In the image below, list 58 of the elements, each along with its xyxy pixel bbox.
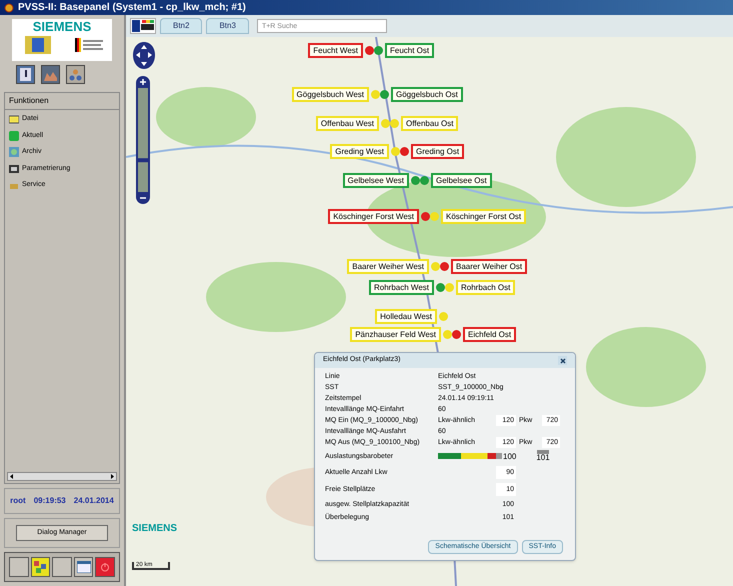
capacity-mark <box>537 450 550 454</box>
power-icon <box>100 562 110 572</box>
station-label: Göggelsbuch Ost <box>391 87 463 102</box>
horizontal-scrollbar[interactable] <box>7 472 117 481</box>
toolbar-tab[interactable]: Btn3 <box>206 18 249 34</box>
map-logo-text: SIEMENS <box>132 522 178 536</box>
chart-tool-button[interactable] <box>41 65 60 84</box>
close-icon <box>560 358 566 364</box>
station-label: Köschinger Forst Ost <box>441 209 526 224</box>
app-icon <box>4 2 14 12</box>
window-launch-button[interactable] <box>74 557 94 577</box>
power-button[interactable] <box>95 557 115 577</box>
pan-control[interactable] <box>133 42 155 69</box>
parking-truck-icon <box>132 20 154 32</box>
station-label: Gelbelsee West <box>342 173 409 188</box>
station-label: Rohrbach West <box>369 280 434 295</box>
station-label: Feucht Ost <box>385 43 434 58</box>
close-button[interactable] <box>558 356 567 365</box>
zoom-in-icon <box>139 78 147 86</box>
window-title: PVSS-II: Basepanel (System1 - cp_lkw_mch; #1) <box>18 1 246 15</box>
clock-time: 09:19:53 <box>34 495 66 507</box>
toolbar-tab[interactable]: Btn2 <box>160 18 202 34</box>
network-icon <box>69 68 82 80</box>
settings-icon <box>9 164 19 174</box>
station-label: Greding Ost <box>411 144 464 159</box>
station-label: Offenbau West <box>316 116 379 131</box>
network-tool-button[interactable] <box>66 65 85 84</box>
current-date: 24.01.2014 <box>74 495 114 507</box>
station-label: Greding West <box>330 144 389 159</box>
zoom-slider[interactable] <box>136 76 150 204</box>
station-label: Köschinger Forst West <box>328 209 419 224</box>
folder-icon <box>9 114 19 124</box>
station-label: Rohrbach Ost <box>456 280 516 295</box>
page-icon <box>20 68 31 81</box>
archive-icon <box>9 147 19 158</box>
section-header: Funktionen <box>5 93 119 110</box>
scroll-right-icon <box>109 473 116 480</box>
station-label: Baarer Weiher Ost <box>451 259 528 274</box>
station-label: Pänzhauser Feld West <box>350 327 441 342</box>
user-name: root <box>10 495 26 507</box>
logo-text: SIEMENS <box>32 19 92 34</box>
station-label: Göggelsbuch West <box>292 87 369 102</box>
window-icon <box>76 561 91 573</box>
zoom-thumb[interactable] <box>137 158 149 162</box>
info-tool-button[interactable] <box>16 65 35 84</box>
scroll-left-icon <box>8 473 15 480</box>
network-icon <box>34 561 46 573</box>
station-label: Holledau West <box>375 309 437 324</box>
meter-value: 101 <box>536 454 550 462</box>
station-label: Offenbau Ost <box>401 116 458 131</box>
parking-truck-button[interactable] <box>130 18 156 34</box>
station-label: Feucht West <box>308 43 363 58</box>
meter-value: 100 <box>503 450 516 462</box>
live-icon <box>9 130 19 141</box>
station-label: Gelbelsee Ost <box>431 173 492 188</box>
station-label: Eichfeld Ost <box>463 327 516 342</box>
station-label: Baarer Weiher West <box>347 259 429 274</box>
network-launch-button[interactable] <box>30 557 50 577</box>
